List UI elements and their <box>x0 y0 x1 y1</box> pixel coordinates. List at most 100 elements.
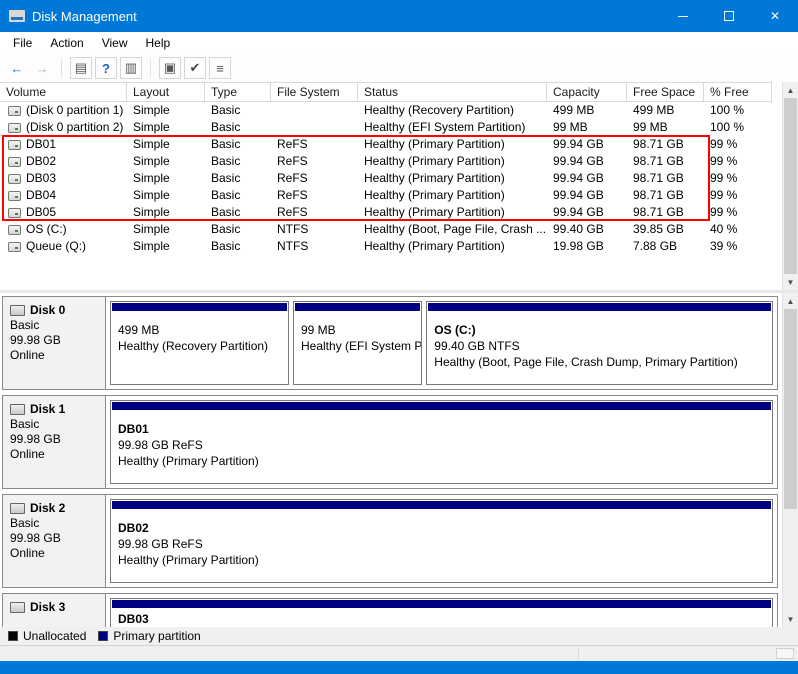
column-header-volume[interactable]: Volume <box>0 83 127 101</box>
cell-filesystem: ReFS <box>271 170 358 187</box>
table-row[interactable]: DB04 Simple Basic ReFS Healthy (Primary … <box>0 187 772 204</box>
cell-pctfree: 99 % <box>704 136 772 153</box>
scroll-down-icon[interactable]: ▼ <box>783 274 798 290</box>
table-row[interactable]: OS (C:) Simple Basic NTFS Healthy (Boot,… <box>0 221 772 238</box>
menu-help[interactable]: Help <box>137 32 180 54</box>
partition-block[interactable]: OS (C:) 99.40 GB NTFS Healthy (Boot, Pag… <box>426 301 773 385</box>
column-header-status[interactable]: Status <box>358 83 547 101</box>
partition-block[interactable]: DB01 99.98 GB ReFS Healthy (Primary Part… <box>110 400 773 484</box>
cell-layout: Simple <box>127 119 205 136</box>
table-row[interactable]: (Disk 0 partition 1) Simple Basic Health… <box>0 102 772 119</box>
cell-capacity: 99.94 GB <box>547 204 627 221</box>
column-header-freespace[interactable]: Free Space <box>627 83 704 101</box>
disk-header[interactable]: Disk 3 <box>3 594 106 627</box>
cell-pctfree: 100 % <box>704 102 772 119</box>
partition-color-bar <box>112 303 287 311</box>
cell-layout: Simple <box>127 102 205 119</box>
cell-status: Healthy (Primary Partition) <box>358 187 547 204</box>
table-row[interactable]: DB01 Simple Basic ReFS Healthy (Primary … <box>0 136 772 153</box>
forward-icon[interactable]: → <box>31 57 53 79</box>
partition-color-bar <box>112 402 771 410</box>
unallocated-swatch <box>8 631 18 641</box>
cell-type: Basic <box>205 102 271 119</box>
disk-size: 99.98 GB <box>10 333 99 348</box>
disk-icon <box>10 503 25 514</box>
list-view-icon[interactable]: ≡ <box>209 57 231 79</box>
partition-name: OS (C:) <box>434 322 765 338</box>
cell-layout: Simple <box>127 187 205 204</box>
disk-header[interactable]: Disk 1 Basic 99.98 GB Online <box>3 396 106 488</box>
close-button[interactable]: ✕ <box>752 0 798 32</box>
partition-name: DB03 <box>118 611 765 627</box>
partition-name: DB02 <box>118 520 765 536</box>
cell-filesystem: ReFS <box>271 136 358 153</box>
column-header-capacity[interactable]: Capacity <box>547 83 627 101</box>
disk-state: Online <box>10 348 99 363</box>
scroll-down-icon[interactable]: ▼ <box>783 611 798 627</box>
legend-item-unallocated: Unallocated <box>8 629 86 643</box>
partition-color-bar <box>112 501 771 509</box>
volume-list-scrollbar[interactable]: ▲ ▼ <box>782 82 798 290</box>
partition-block[interactable]: 499 MB Healthy (Recovery Partition) <box>110 301 289 385</box>
partition-block[interactable]: DB03 <box>110 598 773 627</box>
column-header-pctfree[interactable]: % Free <box>704 83 772 101</box>
partition-color-bar <box>112 600 771 608</box>
toolbar-separator <box>61 59 62 77</box>
column-header-type[interactable]: Type <box>205 83 271 101</box>
checkmark-icon[interactable]: ✔ <box>184 57 206 79</box>
table-row[interactable]: (Disk 0 partition 2) Simple Basic Health… <box>0 119 772 136</box>
column-header-layout[interactable]: Layout <box>127 83 205 101</box>
table-row[interactable]: Queue (Q:) Simple Basic NTFS Healthy (Pr… <box>0 238 772 255</box>
disk-header[interactable]: Disk 0 Basic 99.98 GB Online <box>3 297 106 389</box>
graphical-view-scrollbar[interactable]: ▲ ▼ <box>782 293 798 627</box>
scroll-up-icon[interactable]: ▲ <box>783 293 798 309</box>
disk-header[interactable]: Disk 2 Basic 99.98 GB Online <box>3 495 106 587</box>
table-row[interactable]: DB03 Simple Basic ReFS Healthy (Primary … <box>0 170 772 187</box>
cell-type: Basic <box>205 238 271 255</box>
disk-partitions: 499 MB Healthy (Recovery Partition) 99 M… <box>106 297 777 389</box>
disk-kind: Basic <box>10 318 99 333</box>
properties-icon[interactable]: ▣ <box>159 57 181 79</box>
partition-block[interactable]: DB02 99.98 GB ReFS Healthy (Primary Part… <box>110 499 773 583</box>
partition-block[interactable]: 99 MB Healthy (EFI System Pa <box>293 301 422 385</box>
cell-freespace: 98.71 GB <box>627 153 704 170</box>
cell-type: Basic <box>205 119 271 136</box>
scrollbar-thumb[interactable] <box>784 309 797 509</box>
disk-management-app-icon <box>9 10 25 22</box>
cell-pctfree: 39 % <box>704 238 772 255</box>
bottom-accent-bar <box>0 661 798 674</box>
scrollbar-thumb[interactable] <box>784 98 797 274</box>
graphical-view-pane: Disk 0 Basic 99.98 GB Online 499 MB Heal… <box>0 293 798 627</box>
action-pane-icon[interactable]: ▥ <box>120 57 142 79</box>
help-icon[interactable]: ? <box>95 57 117 79</box>
menu-file[interactable]: File <box>4 32 41 54</box>
cell-layout: Simple <box>127 136 205 153</box>
cell-filesystem: NTFS <box>271 238 358 255</box>
cell-status: Healthy (Primary Partition) <box>358 153 547 170</box>
table-row[interactable]: DB02 Simple Basic ReFS Healthy (Primary … <box>0 153 772 170</box>
cell-type: Basic <box>205 136 271 153</box>
disk-panel: Disk 0 Basic 99.98 GB Online 499 MB Heal… <box>2 296 778 390</box>
resize-grip[interactable] <box>776 648 794 659</box>
cell-freespace: 39.85 GB <box>627 221 704 238</box>
cell-freespace: 7.88 GB <box>627 238 704 255</box>
column-header-filesystem[interactable]: File System <box>271 83 358 101</box>
disk-state: Online <box>10 546 99 561</box>
cell-pctfree: 99 % <box>704 204 772 221</box>
table-row[interactable]: DB05 Simple Basic ReFS Healthy (Primary … <box>0 204 772 221</box>
menu-view[interactable]: View <box>93 32 137 54</box>
volume-icon <box>8 174 21 184</box>
disk-panel: Disk 3 DB03 <box>2 593 778 627</box>
maximize-button[interactable] <box>706 0 752 32</box>
cell-capacity: 99.40 GB <box>547 221 627 238</box>
back-icon[interactable]: ← <box>6 57 28 79</box>
partition-size: 99.98 GB ReFS <box>118 536 765 552</box>
cell-pctfree: 99 % <box>704 153 772 170</box>
menu-action[interactable]: Action <box>41 32 92 54</box>
minimize-button[interactable] <box>660 0 706 32</box>
scroll-up-icon[interactable]: ▲ <box>783 82 798 98</box>
legend-bar: Unallocated Primary partition <box>0 627 798 645</box>
disk-partitions: DB03 <box>106 594 777 627</box>
disk-area: Disk 0 Basic 99.98 GB Online 499 MB Heal… <box>0 293 782 627</box>
console-tree-icon[interactable]: ▤ <box>70 57 92 79</box>
